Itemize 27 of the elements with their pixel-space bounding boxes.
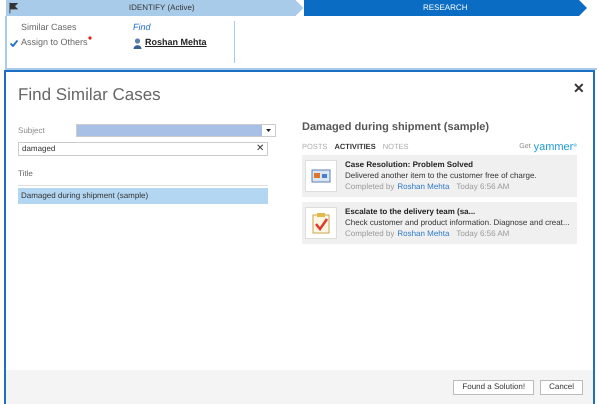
activity-title: Case Resolution: Problem Solved	[345, 159, 474, 170]
user-link[interactable]: Roshan Mehta	[397, 228, 450, 239]
user-link[interactable]: Roshan Mehta	[145, 36, 207, 50]
stage-tab[interactable]: IDENTIFY (Active)	[20, 0, 304, 16]
dialog-button[interactable]: Cancel	[540, 380, 583, 394]
stage-tab[interactable]: RESEARCH	[304, 0, 587, 16]
activity-title: Escalate to the delivery team (sa...	[345, 206, 476, 217]
search-text: damaged	[22, 142, 56, 154]
search-field[interactable]: damaged ✕	[18, 142, 268, 156]
find-link[interactable]: Find	[133, 21, 151, 35]
result-row[interactable]: Damaged during shipment (sample)	[18, 188, 268, 204]
clear-button[interactable]: ✕	[256, 144, 264, 154]
activity-text: Check customer and product information. Diagnose and creat...	[345, 217, 570, 228]
dialog-button[interactable]: Found a Solution!	[453, 380, 534, 394]
step-label: Assign to Others	[21, 36, 88, 50]
activity-time: Today 6:56 AM	[456, 181, 510, 192]
case-title: Damaged during shipment (sample)	[302, 120, 490, 135]
subject-label: Subject	[18, 124, 46, 136]
activity-text: Delivered another item to the customer free of charge.	[345, 170, 537, 181]
user-link[interactable]: Roshan Mehta	[397, 181, 450, 192]
column-header: Title	[18, 168, 268, 186]
step-label: Similar Cases	[21, 21, 77, 34]
dialog-title: Find Similar Cases	[18, 84, 162, 106]
completed-label: Completed by	[345, 228, 394, 239]
completed-label: Completed by	[345, 181, 394, 192]
close-button[interactable]: ✕	[573, 78, 585, 99]
activity-time: Today 6:56 AM	[456, 228, 510, 239]
